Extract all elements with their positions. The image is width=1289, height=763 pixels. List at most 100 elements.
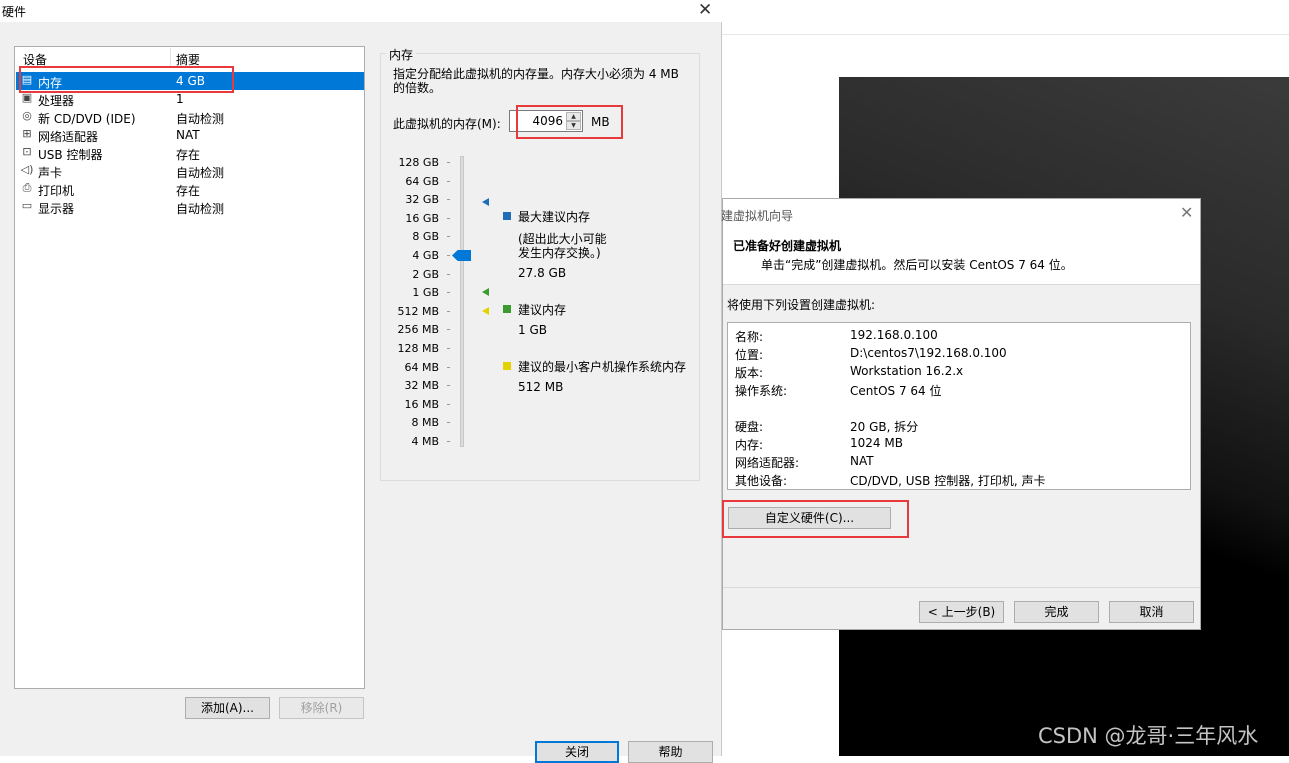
display-icon: ▭ bbox=[21, 199, 33, 212]
summary-value: 1024 MB bbox=[850, 436, 903, 450]
memory-slider-track[interactable] bbox=[460, 156, 464, 447]
scale-tick-label: 128 MB bbox=[397, 342, 439, 355]
scale-tick-label: 64 MB bbox=[404, 361, 439, 374]
scale-tick-label: 1 GB bbox=[412, 286, 439, 299]
hardware-dialog-title: 硬件 bbox=[2, 5, 27, 19]
guest-minimum-legend-swatch bbox=[503, 362, 511, 370]
summary-value: Workstation 16.2.x bbox=[850, 364, 964, 378]
device-summary: 存在 bbox=[176, 148, 201, 162]
summary-label: 版本: bbox=[735, 366, 764, 380]
summary-value: CD/DVD, USB 控制器, 打印机, 声卡 bbox=[850, 474, 1046, 488]
scale-tick-label: 4 GB bbox=[412, 249, 439, 262]
wizard-heading: 已准备好创建虚拟机 bbox=[733, 239, 842, 253]
processor-icon: ▣ bbox=[21, 91, 33, 104]
summary-label: 内存: bbox=[735, 438, 764, 452]
scale-tick-mark bbox=[447, 236, 450, 237]
hardware-dialog-titlebar: 硬件 ✕ bbox=[0, 0, 722, 22]
summary-label: 名称: bbox=[735, 330, 764, 344]
scale-tick-mark bbox=[447, 367, 450, 368]
scale-tick-mark bbox=[447, 255, 450, 256]
sound-card-icon: ◁) bbox=[20, 163, 34, 176]
device-name: 处理器 bbox=[38, 94, 75, 108]
scale-tick-mark bbox=[447, 311, 450, 312]
device-name: 网络适配器 bbox=[38, 130, 99, 144]
new-vm-wizard-dialog: 建虚拟机向导 ✕ 已准备好创建虚拟机 单击“完成”创建虚拟机。然后可以安装 Ce… bbox=[721, 198, 1201, 630]
summary-value: NAT bbox=[850, 454, 874, 468]
scale-tick-mark bbox=[447, 385, 450, 386]
guest-minimum-title: 建议的最小客户机操作系统内存 bbox=[518, 360, 687, 374]
scale-tick-mark bbox=[447, 329, 450, 330]
column-separator[interactable] bbox=[170, 48, 171, 66]
summary-value: CentOS 7 64 位 bbox=[850, 384, 942, 398]
scale-tick-label: 256 MB bbox=[397, 323, 439, 336]
recommended-title: 建议内存 bbox=[518, 303, 567, 317]
memory-field-label: 此虚拟机的内存(M): bbox=[393, 117, 501, 131]
device-summary: 存在 bbox=[176, 184, 201, 198]
scale-tick-mark bbox=[447, 199, 450, 200]
cancel-button[interactable]: 取消 bbox=[1109, 601, 1194, 623]
device-row-cd-dvd[interactable]: ◎ 新 CD/DVD (IDE) 自动检测 bbox=[16, 108, 364, 127]
device-name: 新 CD/DVD (IDE) bbox=[38, 112, 136, 126]
recommended-value: 1 GB bbox=[518, 323, 547, 337]
max-recommended-legend-swatch bbox=[503, 212, 511, 220]
close-button[interactable]: 关闭 bbox=[535, 741, 619, 763]
wizard-title: 建虚拟机向导 bbox=[721, 209, 794, 223]
memory-description: 指定分配给此虚拟机的内存量。内存大小必须为 4 MB 的倍数。 bbox=[393, 67, 679, 95]
wizard-titlebar: 建虚拟机向导 ✕ bbox=[721, 199, 1200, 229]
max-recommended-value: 27.8 GB bbox=[518, 266, 567, 280]
device-name: USB 控制器 bbox=[38, 148, 103, 162]
scale-tick-label: 8 GB bbox=[412, 230, 439, 243]
printer-icon: ⎙ bbox=[22, 181, 32, 194]
scale-tick-mark bbox=[447, 218, 450, 219]
device-name: 打印机 bbox=[38, 184, 75, 198]
device-name: 声卡 bbox=[38, 166, 63, 180]
scale-tick-mark bbox=[447, 348, 450, 349]
device-row-usb-controller[interactable]: ⊡ USB 控制器 存在 bbox=[16, 144, 364, 163]
recommended-marker bbox=[482, 288, 489, 296]
summary-label: 硬盘: bbox=[735, 420, 764, 434]
annotation-highlight-memory-input bbox=[516, 105, 623, 139]
summary-value: 20 GB, 拆分 bbox=[850, 420, 919, 434]
add-button[interactable]: 添加(A)... bbox=[185, 697, 270, 719]
device-summary: 1 bbox=[176, 92, 184, 106]
summary-value: D:\centos7\192.168.0.100 bbox=[850, 346, 1007, 360]
device-name: 显示器 bbox=[38, 202, 75, 216]
device-summary: 自动检测 bbox=[176, 166, 225, 180]
device-summary: 自动检测 bbox=[176, 112, 225, 126]
close-icon[interactable]: ✕ bbox=[698, 0, 712, 20]
remove-button[interactable]: 移除(R) bbox=[279, 697, 364, 719]
summary-label: 其他设备: bbox=[735, 474, 788, 488]
vm-settings-summary: 名称: 192.168.0.100 位置: D:\centos7\192.168… bbox=[727, 322, 1191, 490]
device-list: 设备 摘要 ▤ 内存 4 GB ▣ 处理器 1 ◎ 新 CD/DVD (IDE)… bbox=[14, 46, 365, 689]
scale-tick-label: 16 MB bbox=[404, 398, 439, 411]
device-row-printer[interactable]: ⎙ 打印机 存在 bbox=[16, 180, 364, 199]
back-button[interactable]: < 上一步(B) bbox=[919, 601, 1004, 623]
max-recommended-note-line2: 发生内存交换。) bbox=[518, 246, 601, 260]
usb-icon: ⊡ bbox=[22, 145, 32, 158]
device-row-sound-card[interactable]: ◁) 声卡 自动检测 bbox=[16, 162, 364, 181]
help-button[interactable]: 帮助 bbox=[628, 741, 713, 763]
scale-tick-mark bbox=[447, 422, 450, 423]
guest-minimum-value: 512 MB bbox=[518, 380, 564, 394]
wizard-subheading: 单击“完成”创建虚拟机。然后可以安装 CentOS 7 64 位。 bbox=[761, 258, 1073, 272]
device-row-display[interactable]: ▭ 显示器 自动检测 bbox=[16, 198, 364, 217]
scale-tick-label: 4 MB bbox=[411, 435, 439, 448]
scale-tick-label: 32 MB bbox=[404, 379, 439, 392]
scale-tick-label: 2 GB bbox=[412, 268, 439, 281]
device-row-network-adapter[interactable]: ⊞ 网络适配器 NAT bbox=[16, 126, 364, 145]
recommended-legend-swatch bbox=[503, 305, 511, 313]
guest-minimum-marker bbox=[482, 307, 489, 315]
annotation-highlight-customize-button bbox=[722, 500, 909, 538]
finish-button[interactable]: 完成 bbox=[1014, 601, 1099, 623]
annotation-highlight-memory-row bbox=[19, 66, 234, 93]
max-recommended-marker bbox=[482, 198, 489, 206]
scale-tick-mark bbox=[447, 274, 450, 275]
device-summary: NAT bbox=[176, 128, 200, 142]
close-icon[interactable]: ✕ bbox=[1180, 203, 1193, 222]
divider bbox=[721, 34, 1289, 35]
scale-tick-label: 128 GB bbox=[398, 156, 439, 169]
scale-tick-mark bbox=[447, 292, 450, 293]
summary-label: 位置: bbox=[735, 348, 764, 362]
wizard-header: 已准备好创建虚拟机 单击“完成”创建虚拟机。然后可以安装 CentOS 7 64… bbox=[723, 229, 1200, 285]
scale-tick-mark bbox=[447, 441, 450, 442]
